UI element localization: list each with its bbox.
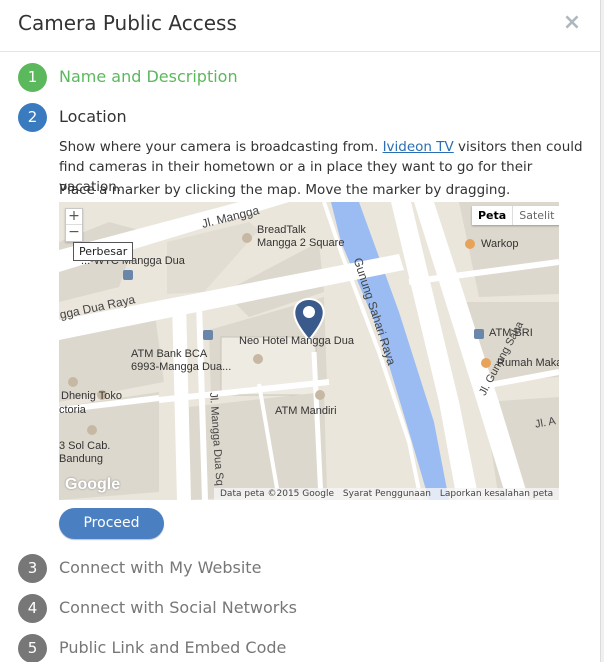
step-number: 3 — [18, 554, 47, 583]
zoom-in-button[interactable]: + — [66, 209, 82, 225]
map-type-control: Peta Satelit — [472, 206, 559, 225]
map-footer: Data peta ©2015 Google Syarat Penggunaan… — [214, 488, 559, 500]
step-label: Name and Description — [59, 67, 238, 86]
step-label: Public Link and Embed Code — [59, 638, 287, 657]
dialog-header: Camera Public Access × — [0, 0, 604, 52]
description-text: Show where your camera is broadcasting f… — [59, 139, 383, 155]
step-label: Connect with Social Networks — [59, 598, 297, 617]
dialog-title: Camera Public Access — [18, 11, 237, 35]
ivideon-tv-link[interactable]: Ivideon TV — [383, 139, 454, 155]
map-label: BreadTalk Mangga 2 Square — [257, 224, 345, 249]
map-label: ATM Bank BCA 6993-Mangga Dua... — [131, 348, 232, 373]
map-label: ATM Mandiri — [275, 405, 337, 417]
google-logo: Google — [65, 476, 121, 493]
map-type-satellite-button[interactable]: Satelit — [513, 206, 559, 225]
zoom-out-button[interactable]: − — [66, 225, 82, 241]
map-label: 3 Sol Cab. Bandung — [59, 440, 111, 465]
step-number: 2 — [18, 103, 47, 132]
map-report-link[interactable]: Laporkan kesalahan peta — [440, 489, 553, 499]
map-data-attribution: Data peta ©2015 Google — [220, 489, 335, 499]
marker-hint: Place a marker by clicking the map. Move… — [59, 182, 511, 198]
step-number: 5 — [18, 634, 47, 662]
close-icon[interactable]: × — [561, 11, 583, 35]
camera-public-access-dialog: Camera Public Access × 1 Name and Descri… — [0, 0, 604, 662]
map-label: ctoria — [59, 404, 86, 416]
step-number: 4 — [18, 594, 47, 623]
map-label: Dhenig Toko — [61, 390, 122, 402]
map-label: Neo Hotel Mangga Dua — [239, 335, 354, 347]
map-type-map-button[interactable]: Peta — [472, 206, 514, 225]
zoom-control: + − — [65, 208, 83, 242]
location-map[interactable]: Jl. Mangga BreadTalk Mangga 2 Square Ban… — [59, 202, 559, 500]
map-label: Warkop — [481, 238, 519, 250]
step-number: 1 — [18, 63, 47, 92]
proceed-button[interactable]: Proceed — [59, 508, 164, 539]
scrollbar[interactable] — [600, 0, 604, 662]
step-label: Connect with My Website — [59, 558, 262, 577]
map-terms-link[interactable]: Syarat Penggunaan — [343, 489, 431, 499]
zoom-tooltip: Perbesar — [73, 242, 134, 261]
step-label: Location — [59, 107, 127, 126]
